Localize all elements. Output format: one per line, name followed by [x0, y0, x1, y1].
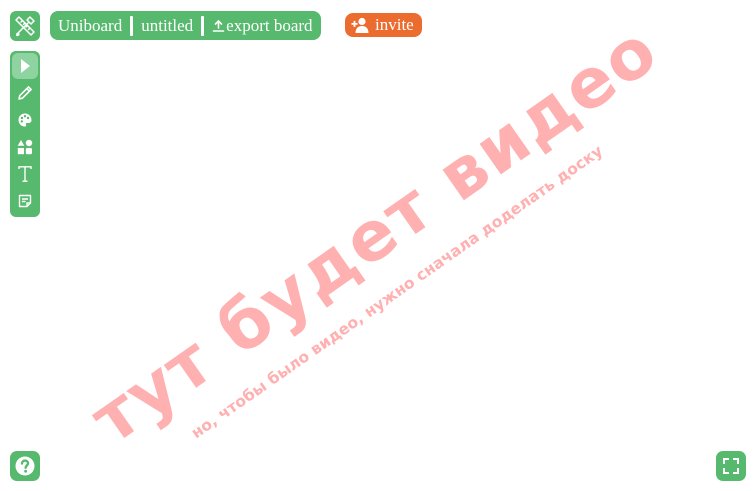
help-button[interactable] — [10, 451, 40, 481]
note-icon — [18, 194, 32, 208]
select-tool[interactable] — [12, 53, 38, 79]
color-tool[interactable] — [12, 107, 38, 133]
invite-button[interactable]: invite — [345, 13, 422, 37]
text-tool[interactable] — [12, 161, 38, 187]
add-user-icon — [351, 17, 369, 33]
fullscreen-button[interactable] — [716, 451, 746, 481]
divider — [201, 15, 205, 36]
top-bar: Uniboard untitled export board — [50, 11, 321, 40]
tool-bar — [10, 51, 40, 217]
text-icon — [18, 166, 32, 182]
export-board-button[interactable]: export board — [212, 15, 313, 36]
pencil-icon — [18, 86, 32, 100]
shapes-icon — [17, 139, 33, 155]
upload-icon — [212, 19, 225, 32]
shapes-tool[interactable] — [12, 134, 38, 160]
board-canvas[interactable]: Uniboard untitled export board invite ту… — [0, 0, 756, 491]
brush-ruler-icon — [15, 16, 35, 37]
cursor-icon — [21, 59, 30, 73]
watermark-title: тут будет видео — [77, 10, 673, 460]
fullscreen-icon — [723, 458, 739, 474]
palette-icon — [18, 113, 32, 127]
question-icon — [15, 456, 35, 476]
app-name[interactable]: Uniboard — [58, 16, 122, 36]
export-board-label: export board — [226, 15, 313, 35]
pen-tool[interactable] — [12, 80, 38, 106]
sticky-note-tool[interactable] — [12, 188, 38, 214]
board-name[interactable]: untitled — [141, 16, 193, 36]
logo-button[interactable] — [10, 11, 40, 41]
invite-label: invite — [375, 15, 414, 34]
divider — [130, 15, 134, 36]
